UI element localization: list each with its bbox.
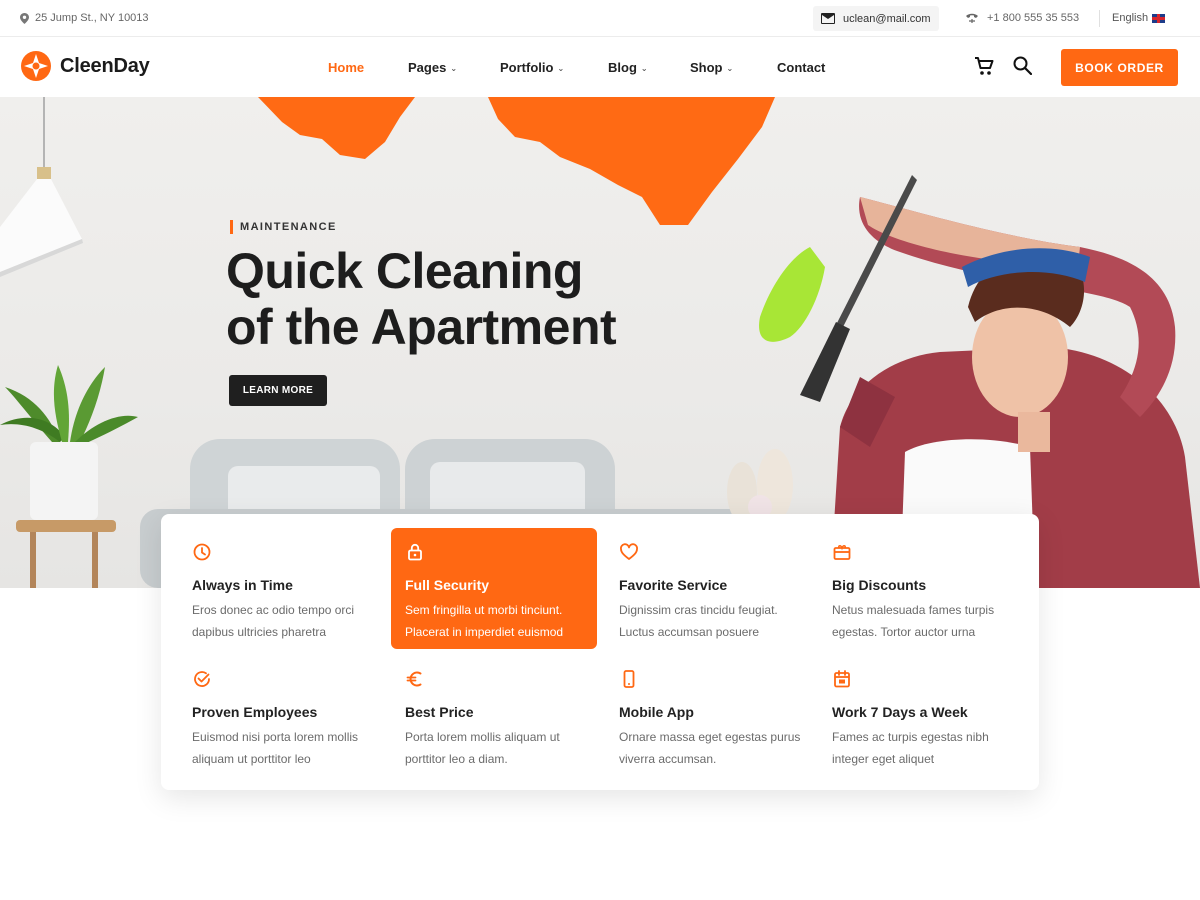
nav-item-pages[interactable]: Pages ⌄ <box>408 60 457 75</box>
feature-full-security[interactable]: Full Security Sem fringilla ut morbi tin… <box>391 528 597 649</box>
heart-icon <box>620 543 638 560</box>
feature-desc: Netus malesuada fames turpis egestas. To… <box>832 603 995 639</box>
phone-link[interactable]: +1 800 555 35 553 <box>965 12 1079 24</box>
feature-work-7-days[interactable]: Work 7 Days a Week Fames ac turpis egest… <box>818 655 1024 776</box>
nav-item-contact[interactable]: Contact <box>777 60 825 75</box>
nav-label: Pages <box>408 60 447 75</box>
feature-title: Proven Employees <box>192 704 318 720</box>
hero-title-line-1: Quick Cleaning <box>226 243 583 299</box>
lock-icon <box>408 543 422 561</box>
nav-item-home[interactable]: Home <box>328 60 364 75</box>
feature-desc: Porta lorem mollis aliquam ut porttitor … <box>405 730 560 766</box>
check-circle-icon <box>194 671 210 687</box>
feature-proven-employees[interactable]: Proven Employees Euismod nisi porta lore… <box>178 655 384 776</box>
feature-title: Always in Time <box>192 577 293 593</box>
feature-desc: Eros donec ac odio tempo orci dapibus ul… <box>192 603 355 639</box>
feature-title: Best Price <box>405 704 474 720</box>
divider <box>1099 10 1100 27</box>
language-label: English <box>1112 12 1149 24</box>
gift-card-icon <box>833 544 851 560</box>
feature-title: Favorite Service <box>619 577 728 593</box>
feature-mobile-app[interactable]: Mobile App Ornare massa eget egestas pur… <box>605 655 811 776</box>
nav-item-shop[interactable]: Shop ⌄ <box>690 60 733 75</box>
feature-desc: Dignissim cras tincidu feugiat. Luctus a… <box>619 603 778 639</box>
address: 25 Jump St., NY 10013 <box>20 12 149 24</box>
feature-big-discounts[interactable]: Big Discounts Netus malesuada fames turp… <box>818 528 1024 649</box>
calendar-icon <box>834 670 850 688</box>
nav-label: Contact <box>777 60 826 75</box>
logo-text: CleenDay <box>60 54 150 77</box>
feature-title: Big Discounts <box>832 577 927 593</box>
envelope-icon <box>821 13 835 24</box>
mobile-icon <box>623 670 635 688</box>
eyebrow-text: MAINTENANCE <box>240 221 337 233</box>
hero-eyebrow: MAINTENANCE <box>230 220 337 234</box>
clock-icon <box>193 543 211 561</box>
nav-item-blog[interactable]: Blog ⌄ <box>608 60 648 75</box>
nav-label: Blog <box>608 60 637 75</box>
feature-desc: Sem fringilla ut morbi tinciunt. Placera… <box>405 603 564 639</box>
main-header: CleenDay Home Pages ⌄ Portfolio ⌄ Blog ⌄… <box>0 37 1200 97</box>
search-icon[interactable] <box>1013 56 1032 75</box>
feature-always-in-time[interactable]: Always in Time Eros donec ac odio tempo … <box>178 528 384 649</box>
logo[interactable]: CleenDay <box>20 50 150 82</box>
feature-title: Full Security <box>405 577 490 593</box>
hero-title: Quick Cleaning of the Apartment <box>226 243 686 355</box>
chevron-down-icon: ⌄ <box>450 63 458 73</box>
location-pin-icon <box>20 12 29 24</box>
eyebrow-accent-bar <box>230 220 233 234</box>
feature-title: Mobile App <box>619 704 694 720</box>
feature-desc: Fames ac turpis egestas nibh integer ege… <box>832 730 989 766</box>
uk-flag-icon <box>1152 13 1166 23</box>
euro-icon <box>406 671 422 687</box>
chevron-down-icon: ⌄ <box>557 63 565 73</box>
chevron-down-icon: ⌄ <box>640 63 648 73</box>
email-link[interactable]: uclean@mail.com <box>813 6 939 31</box>
features-card: Always in Time Eros donec ac odio tempo … <box>161 514 1039 790</box>
logo-icon <box>21 51 51 81</box>
feature-desc: Ornare massa eget egestas purus viverra … <box>619 730 801 766</box>
feature-best-price[interactable]: Best Price Porta lorem mollis aliquam ut… <box>391 655 597 776</box>
phone-icon <box>966 13 978 23</box>
nav-label: Shop <box>690 60 723 75</box>
cart-icon[interactable] <box>974 57 994 76</box>
book-order-button[interactable]: BOOK ORDER <box>1061 49 1178 86</box>
feature-favorite-service[interactable]: Favorite Service Dignissim cras tincidu … <box>605 528 811 649</box>
learn-more-button[interactable]: LEARN MORE <box>229 375 327 406</box>
nav-label: Home <box>328 60 365 75</box>
top-bar: 25 Jump St., NY 10013 uclean@mail.com +1… <box>0 0 1200 37</box>
nav-item-portfolio[interactable]: Portfolio ⌄ <box>500 60 564 75</box>
nav-label: Portfolio <box>500 60 554 75</box>
feature-title: Work 7 Days a Week <box>832 704 968 720</box>
chevron-down-icon: ⌄ <box>726 63 734 73</box>
phone-text: +1 800 555 35 553 <box>987 12 1080 24</box>
email-text: uclean@mail.com <box>843 12 931 25</box>
hero-title-line-2: of the Apartment <box>226 299 617 355</box>
address-text: 25 Jump St., NY 10013 <box>35 12 149 24</box>
language-selector[interactable]: English <box>1112 12 1166 24</box>
feature-desc: Euismod nisi porta lorem mollis aliquam … <box>192 730 359 766</box>
